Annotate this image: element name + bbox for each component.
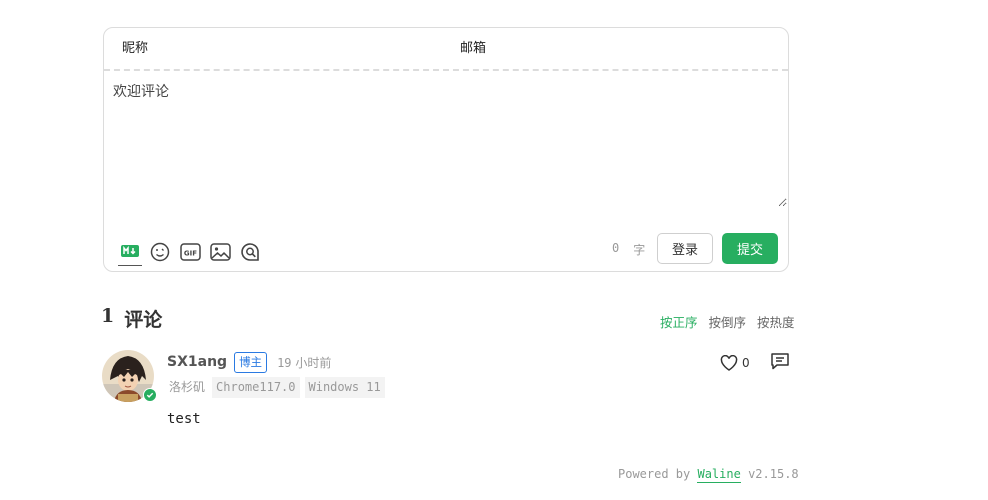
admin-badge: 博主 [234,351,268,373]
comment-head: SX1ang 博主 19 小时前 [167,351,331,373]
powered-by: Powered by Waline v2.15.8 [618,467,799,483]
version-text: v2.15.8 [748,467,799,481]
sort-options: 按正序 按倒序 按热度 [660,312,795,331]
avatar[interactable] [102,350,157,402]
like-button[interactable]: 0 [720,355,750,371]
comment-count-number: 1 [101,305,115,327]
email-input[interactable] [460,28,760,68]
preview-icon[interactable] [238,240,262,264]
powered-by-text: Powered by [618,467,691,481]
comment-time-number: 19 [277,355,292,370]
sort-asc[interactable]: 按正序 [660,312,698,331]
reply-button[interactable] [770,352,790,374]
waline-link[interactable]: Waline [697,467,741,483]
like-count: 0 [742,356,750,370]
form-meta-row [104,28,788,71]
emoji-icon[interactable] [148,240,172,264]
word-count-unit: 字 [633,243,646,257]
nick-input[interactable] [122,28,422,68]
reply-icon [770,353,789,370]
gif-icon[interactable]: GIF [178,240,202,264]
comment-meta-tags: 洛杉矶 Chrome117.0 Windows 11 [167,377,385,398]
heart-icon [720,355,738,371]
submit-button[interactable]: 提交 [722,233,778,264]
svg-text:GIF: GIF [183,250,196,258]
verified-icon [143,388,157,402]
os-tag: Windows 11 [304,377,385,398]
comment-content: test [167,411,201,427]
location-tag: 洛杉矶 [169,380,206,394]
word-count-number: 0 [612,241,620,255]
word-count: 0 字 [612,241,645,258]
image-icon[interactable] [208,240,232,264]
editor-toolbar: GIF [118,239,262,266]
comment-actions: 0 [720,352,790,374]
comment-editor[interactable] [113,81,787,207]
comment-nick[interactable]: SX1ang [167,354,227,370]
sort-desc[interactable]: 按倒序 [709,312,747,331]
comment-count-label: 评论 [124,309,163,331]
comment-time: 19 小时前 [277,354,331,371]
markdown-icon[interactable] [118,239,142,266]
browser-tag: Chrome117.0 [212,377,300,398]
comment-time-unit: 小时前 [295,355,332,370]
login-button[interactable]: 登录 [657,233,713,264]
comment-count: 1 评论 [101,305,162,332]
sort-hot[interactable]: 按热度 [757,312,795,331]
comment-form: GIF 0 字 登录 提交 [103,27,789,272]
